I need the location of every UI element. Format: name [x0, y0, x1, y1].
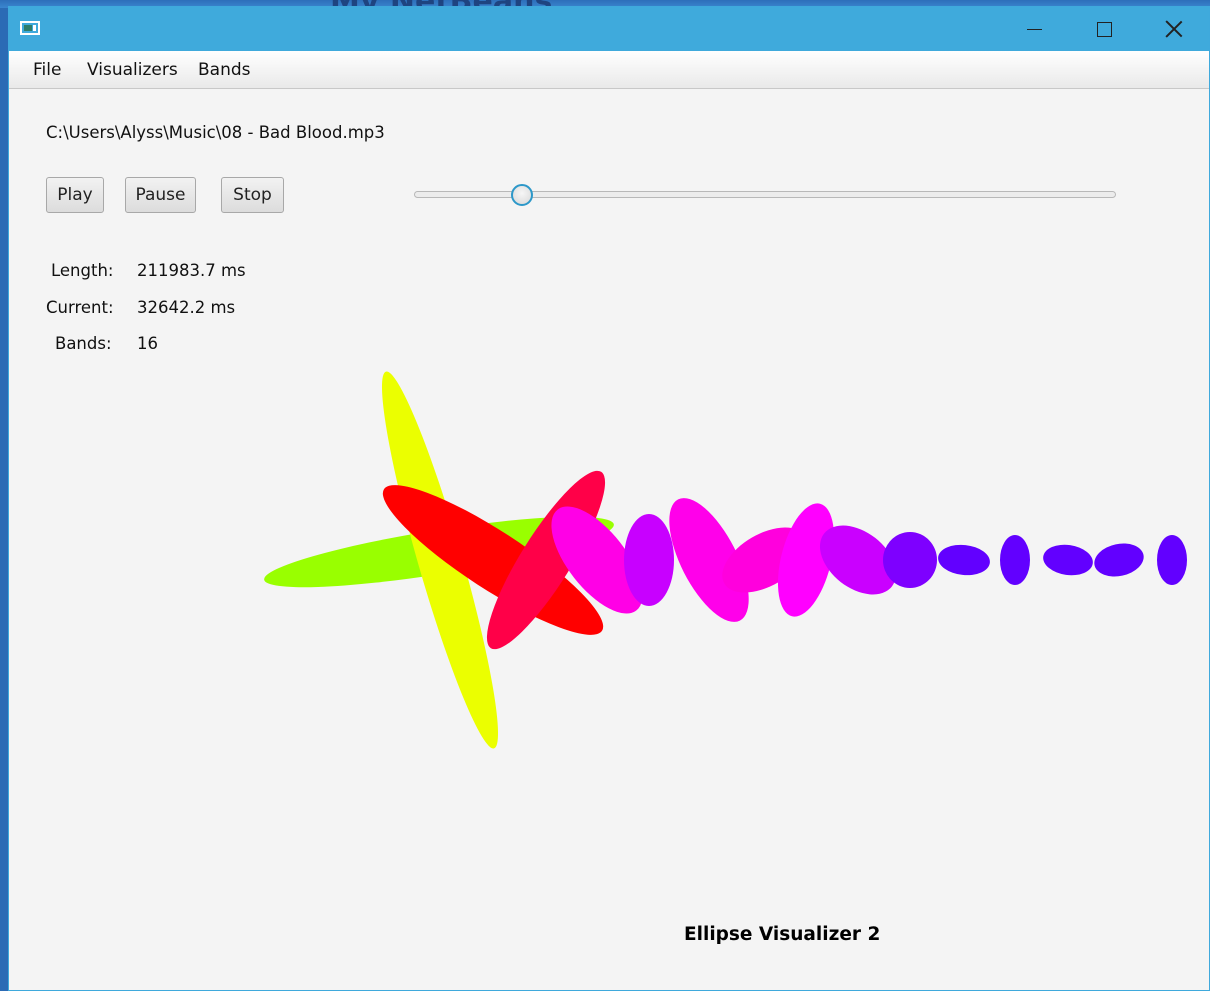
ellipse-visualizer-canvas	[264, 371, 1187, 749]
band-ellipse-13	[1000, 535, 1030, 585]
visualizer-shapes	[264, 371, 1187, 749]
band-ellipse-12	[938, 544, 990, 576]
band-ellipse-14	[1043, 544, 1093, 576]
band-ellipse-16	[1157, 535, 1187, 585]
band-ellipse-15	[1094, 543, 1144, 577]
band-ellipse-11	[883, 532, 937, 588]
band-ellipse-6	[624, 514, 674, 606]
desktop: { "desktop": { "background_text": "My Ne…	[0, 0, 1210, 991]
app-window: File Visualizers Bands C:\Users\Alyss\Mu…	[8, 6, 1210, 991]
visualizer-name-label: Ellipse Visualizer 2	[684, 924, 881, 945]
